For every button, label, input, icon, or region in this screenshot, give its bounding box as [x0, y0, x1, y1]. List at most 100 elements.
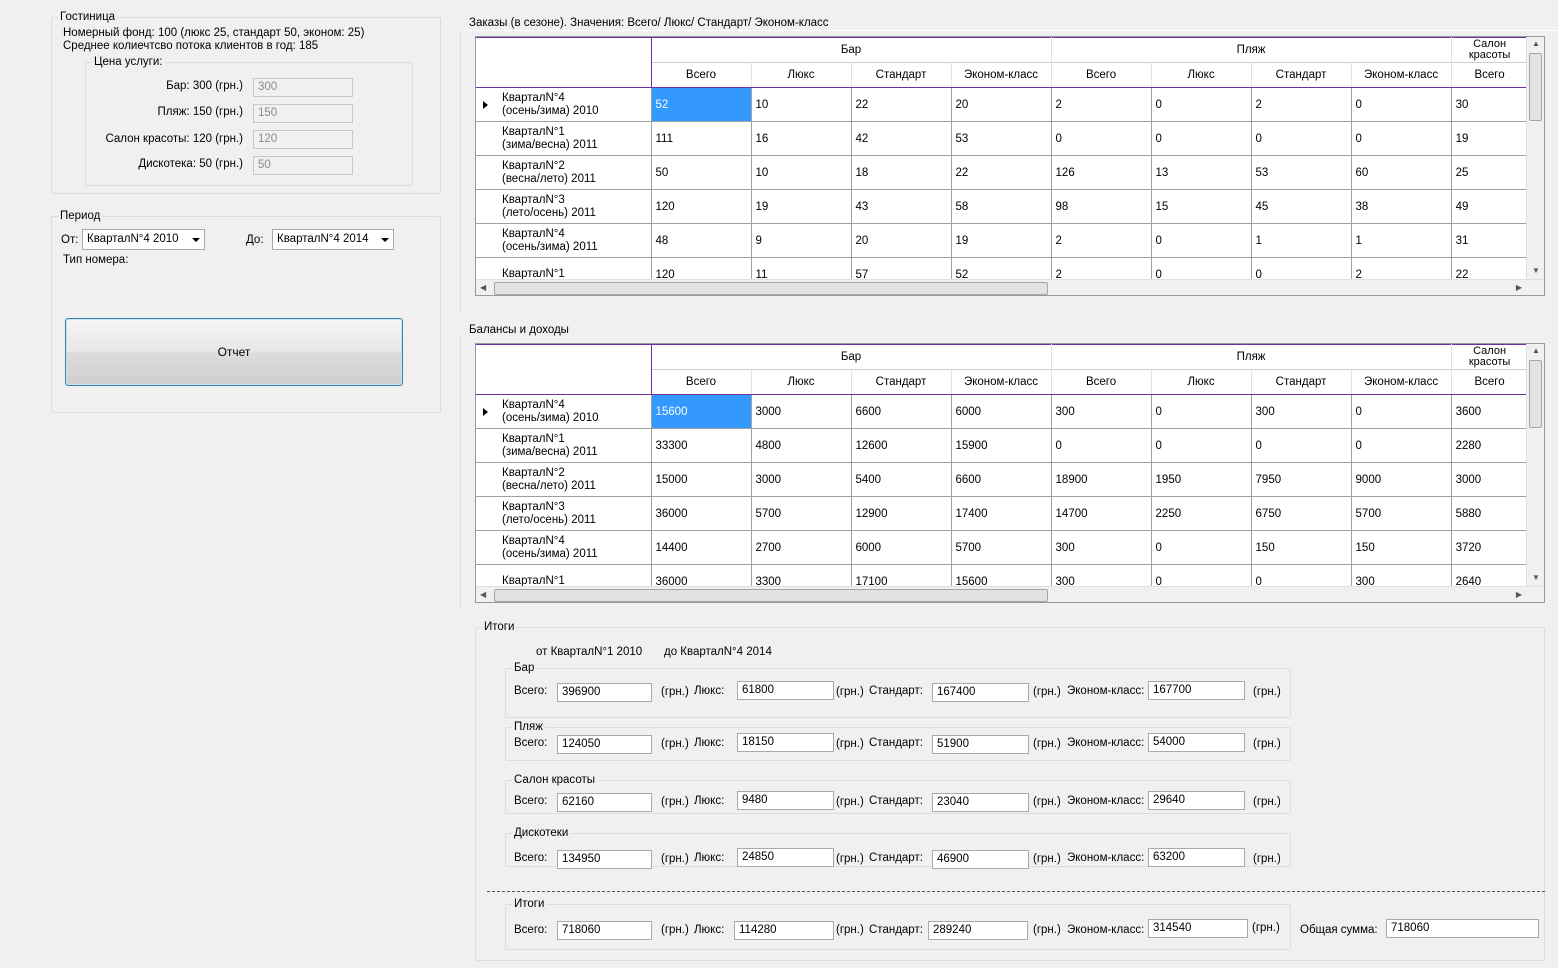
lux-field[interactable]: 24850 [737, 848, 834, 867]
orders-column-header[interactable]: Стандарт [851, 62, 952, 88]
table-cell[interactable]: 1 [1251, 223, 1352, 258]
table-cell[interactable]: 5700 [951, 530, 1052, 565]
table-cell[interactable]: 15600 [651, 394, 752, 429]
orders-column-header[interactable]: Люкс [751, 62, 852, 88]
table-cell[interactable]: 7950 [1251, 462, 1352, 497]
to-select[interactable]: КварталN°4 2014 [272, 229, 394, 250]
table-cell[interactable]: 0 [1051, 121, 1152, 156]
balances-column-header[interactable]: Всего [1051, 369, 1152, 395]
table-cell[interactable]: 9000 [1351, 462, 1452, 497]
balances-vscroll[interactable]: ▲ ▼ [1526, 344, 1544, 587]
table-cell[interactable]: 10 [751, 87, 852, 122]
summary-standard-field[interactable]: 289240 [928, 921, 1028, 940]
summary-lux-field[interactable]: 114280 [734, 921, 834, 940]
table-cell[interactable]: 0 [1151, 428, 1252, 463]
table-cell[interactable]: 300 [1051, 394, 1152, 429]
table-cell[interactable]: 50 [651, 155, 752, 190]
table-cell[interactable]: 14700 [1051, 496, 1152, 531]
table-cell[interactable]: 0 [1151, 394, 1252, 429]
balances-column-header[interactable]: Стандарт [851, 369, 952, 395]
scroll-left-icon[interactable]: ◀ [480, 283, 486, 292]
standard-field[interactable]: 51900 [932, 735, 1029, 754]
table-cell[interactable]: 6600 [951, 462, 1052, 497]
table-cell[interactable]: 5700 [1351, 496, 1452, 531]
table-cell[interactable]: 0 [1351, 428, 1452, 463]
table-cell[interactable]: 53 [1251, 155, 1352, 190]
table-cell[interactable]: 18 [851, 155, 952, 190]
table-cell[interactable]: 3000 [751, 394, 852, 429]
table-cell[interactable]: 5400 [851, 462, 952, 497]
table-cell[interactable]: 19 [751, 189, 852, 224]
table-cell[interactable]: 16 [751, 121, 852, 156]
table-cell[interactable]: 126 [1051, 155, 1152, 190]
table-cell[interactable]: 42 [851, 121, 952, 156]
table-cell[interactable]: 25 [1451, 155, 1529, 190]
table-cell[interactable]: 6000 [951, 394, 1052, 429]
scroll-up-icon[interactable]: ▲ [1532, 39, 1540, 48]
table-cell[interactable]: 52 [651, 87, 752, 122]
table-row[interactable]: КварталN°4 (осень/зима) 2011 14400 2700 6000… [476, 530, 1529, 565]
row-header[interactable]: КварталN°1 (зима/весна) 2011 [476, 428, 652, 463]
scroll-down-icon[interactable]: ▼ [1532, 573, 1540, 582]
orders-column-header[interactable]: Эконом-класс [951, 62, 1052, 88]
table-cell[interactable]: 2 [1051, 87, 1152, 122]
table-cell[interactable]: 58 [951, 189, 1052, 224]
total-field[interactable]: 396900 [557, 683, 652, 702]
report-button[interactable]: Отчет [65, 318, 403, 386]
table-cell[interactable]: 0 [1151, 87, 1252, 122]
balances-column-header[interactable]: Люкс [1151, 369, 1252, 395]
balances-grid[interactable]: Бар Пляж Салон красоты Всего Люкс Стандарт Эко… [475, 343, 1545, 603]
row-header[interactable]: КварталN°4 (осень/зима) 2010 [476, 394, 652, 429]
table-cell[interactable]: 33300 [651, 428, 752, 463]
summary-economy-field[interactable]: 314540 [1148, 919, 1248, 938]
price-input-salon[interactable]: 120 [253, 130, 353, 149]
table-cell[interactable]: 19 [951, 223, 1052, 258]
balances-column-header[interactable]: Всего [651, 369, 752, 395]
table-row[interactable]: КварталN°1 (зима/весна) 2011 111 16 42 53 0 0 0 0… [476, 121, 1529, 156]
table-cell[interactable]: 98 [1051, 189, 1152, 224]
table-cell[interactable]: 0 [1351, 394, 1452, 429]
table-cell[interactable]: 3000 [751, 462, 852, 497]
orders-column-header[interactable]: Всего [1451, 62, 1529, 88]
price-input-bar[interactable]: 300 [253, 78, 353, 97]
row-header[interactable]: КварталN°1 (зима/весна) 2011 [476, 121, 652, 156]
table-cell[interactable]: 5700 [751, 496, 852, 531]
scroll-right-icon[interactable]: ▶ [1516, 590, 1522, 599]
row-header[interactable]: КварталN°4 (осень/зима) 2011 [476, 223, 652, 258]
total-field[interactable]: 124050 [557, 735, 652, 754]
table-cell[interactable]: 6600 [851, 394, 952, 429]
price-input-beach[interactable]: 150 [253, 104, 353, 123]
table-cell[interactable]: 6750 [1251, 496, 1352, 531]
lux-field[interactable]: 9480 [737, 791, 834, 810]
table-cell[interactable]: 36000 [651, 496, 752, 531]
orders-column-header[interactable]: Эконом-класс [1351, 62, 1452, 88]
balances-column-header[interactable]: Эконом-класс [951, 369, 1052, 395]
table-cell[interactable]: 3000 [1451, 462, 1529, 497]
table-cell[interactable]: 300 [1051, 530, 1152, 565]
table-cell[interactable]: 45 [1251, 189, 1352, 224]
orders-column-header[interactable]: Стандарт [1251, 62, 1352, 88]
table-cell[interactable]: 3600 [1451, 394, 1529, 429]
table-cell[interactable]: 12600 [851, 428, 952, 463]
table-row[interactable]: КварталN°2 (весна/лето) 2011 50 10 18 22 126 13… [476, 155, 1529, 190]
row-header[interactable]: КварталN°2 (весна/лето) 2011 [476, 155, 652, 190]
balances-hscroll[interactable]: ◀ ▶ [476, 586, 1544, 602]
orders-hscroll[interactable]: ◀ ▶ [476, 279, 1544, 295]
table-cell[interactable]: 22 [951, 155, 1052, 190]
balances-column-header[interactable]: Люкс [751, 369, 852, 395]
table-row[interactable]: КварталN°4 (осень/зима) 2010 52 10 22 20 2 0 2 0 3… [476, 87, 1529, 122]
scroll-up-icon[interactable]: ▲ [1532, 346, 1540, 355]
from-select[interactable]: КварталN°4 2010 [82, 229, 205, 250]
standard-field[interactable]: 167400 [932, 683, 1029, 702]
orders-column-header[interactable]: Всего [1051, 62, 1152, 88]
table-cell[interactable]: 31 [1451, 223, 1529, 258]
table-row[interactable]: КварталN°1 (зима/весна) 2011 33300 4800 1260… [476, 428, 1529, 463]
table-cell[interactable]: 9 [751, 223, 852, 258]
table-cell[interactable]: 0 [1351, 121, 1452, 156]
table-cell[interactable]: 2700 [751, 530, 852, 565]
table-cell[interactable]: 2 [1251, 87, 1352, 122]
lux-field[interactable]: 18150 [737, 733, 834, 752]
scroll-down-icon[interactable]: ▼ [1532, 266, 1540, 275]
table-cell[interactable]: 22 [851, 87, 952, 122]
table-cell[interactable]: 60 [1351, 155, 1452, 190]
